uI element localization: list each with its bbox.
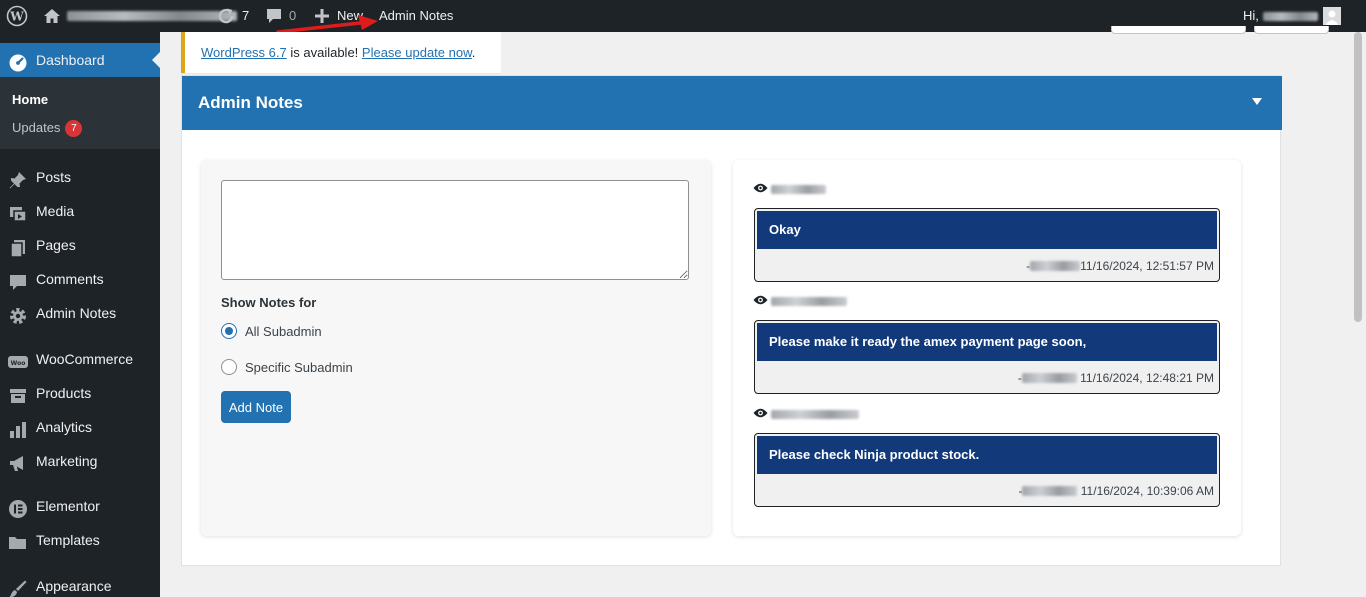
gear-icon	[8, 304, 28, 324]
refresh-icon	[216, 7, 236, 25]
eye-icon[interactable]	[753, 407, 768, 422]
note-meta: - 11/16/2024, 10:39:06 AM	[1018, 484, 1214, 498]
sidebar-item-dashboard[interactable]: Dashboard	[0, 43, 160, 77]
sidebar-item-comments[interactable]: Comments	[0, 262, 160, 296]
note-meta: - 11/16/2024, 12:48:21 PM	[1017, 371, 1214, 385]
radio-button[interactable]	[221, 359, 237, 375]
svg-text:Woo: Woo	[11, 360, 26, 367]
megaphone-icon	[8, 452, 28, 472]
scrollbar-thumb[interactable]	[1354, 32, 1362, 322]
note-card: Please check Ninja product stock. - 11/1…	[754, 433, 1220, 507]
admin-notes-header[interactable]: Admin Notes	[182, 76, 1282, 130]
sidebar-item-marketing[interactable]: Marketing	[0, 444, 160, 478]
note-card: Please make it ready the amex payment pa…	[754, 320, 1220, 394]
sidebar-item-elementor[interactable]: Elementor	[0, 489, 160, 523]
woocommerce-icon: Woo	[8, 350, 28, 370]
sidebar-item-appearance[interactable]: Appearance	[0, 569, 160, 597]
note-timestamp: 11/16/2024, 12:51:57 PM	[1080, 259, 1214, 273]
home-icon	[43, 8, 61, 24]
note-card: Okay -11/16/2024, 12:51:57 PM	[754, 208, 1220, 282]
help-tab[interactable]	[1254, 26, 1329, 34]
note-timestamp: 11/16/2024, 10:39:06 AM	[1077, 484, 1214, 498]
add-note-button[interactable]: Add Note	[221, 391, 291, 423]
note-message: Okay	[757, 211, 1217, 249]
dashboard-submenu: Home Updates 7	[0, 77, 160, 149]
radio-specific-subadmin[interactable]: Specific Subadmin	[221, 359, 353, 375]
note-textarea[interactable]	[221, 180, 689, 280]
elementor-icon	[8, 497, 28, 518]
pages-icon	[8, 236, 28, 258]
media-icon	[8, 202, 28, 222]
admin-notes-widget: Admin Notes Show Notes for All Subadmin …	[181, 75, 1282, 566]
page-scrollbar[interactable]	[1350, 32, 1366, 597]
update-notice: WordPress 6.7 is available! Please updat…	[181, 32, 501, 73]
add-note-form: Show Notes for All Subadmin Specific Sub…	[201, 160, 711, 536]
note-timestamp: 11/16/2024, 12:48:21 PM	[1076, 371, 1214, 385]
admin-notes-title: Admin Notes	[198, 93, 303, 112]
note-message: Please make it ready the amex payment pa…	[757, 323, 1217, 361]
submenu-home[interactable]: Home	[12, 92, 48, 107]
sidebar-item-templates[interactable]: Templates	[0, 523, 160, 557]
eye-icon[interactable]	[753, 294, 768, 309]
sidebar-item-posts[interactable]: Posts	[0, 160, 160, 194]
pin-icon	[8, 168, 28, 189]
radio-button-checked[interactable]	[221, 323, 237, 339]
radio-all-subadmin[interactable]: All Subadmin	[221, 323, 322, 339]
avatar	[1323, 7, 1341, 25]
note-meta: -11/16/2024, 12:51:57 PM	[1026, 259, 1214, 273]
sidebar-item-analytics[interactable]: Analytics	[0, 410, 160, 444]
notes-list: Okay -11/16/2024, 12:51:57 PM Please mak…	[733, 160, 1241, 536]
submenu-updates[interactable]: Updates 7	[12, 120, 83, 137]
admin-sidebar: Dashboard Home Updates 7 Posts Media Page…	[0, 32, 160, 597]
bar-chart-icon	[8, 418, 28, 438]
updates-count-badge: 7	[65, 120, 83, 137]
archive-box-icon	[8, 384, 28, 404]
wordpress-version-link[interactable]: WordPress 6.7	[201, 45, 287, 60]
eye-icon[interactable]	[753, 182, 768, 197]
dashboard-gauge-icon	[8, 51, 28, 72]
note-message: Please check Ninja product stock.	[757, 436, 1217, 474]
update-now-link[interactable]: Please update now	[362, 45, 472, 60]
sidebar-item-admin-notes[interactable]: Admin Notes	[0, 296, 160, 330]
collapse-toggle-icon[interactable]	[1252, 98, 1262, 105]
paintbrush-icon	[8, 577, 28, 597]
comment-icon	[8, 270, 28, 290]
screen-options-tab[interactable]	[1111, 26, 1246, 34]
sidebar-item-woocommerce[interactable]: Woo WooCommerce	[0, 342, 160, 376]
admin-notes-link[interactable]: Admin Notes	[379, 0, 453, 32]
sidebar-item-pages[interactable]: Pages	[0, 228, 160, 262]
wordpress-logo-icon[interactable]: W	[6, 0, 28, 32]
sidebar-item-products[interactable]: Products	[0, 376, 160, 410]
svg-text:W: W	[9, 10, 24, 24]
sidebar-item-media[interactable]: Media	[0, 194, 160, 228]
show-notes-for-label: Show Notes for	[221, 295, 317, 310]
folder-icon	[8, 531, 28, 551]
